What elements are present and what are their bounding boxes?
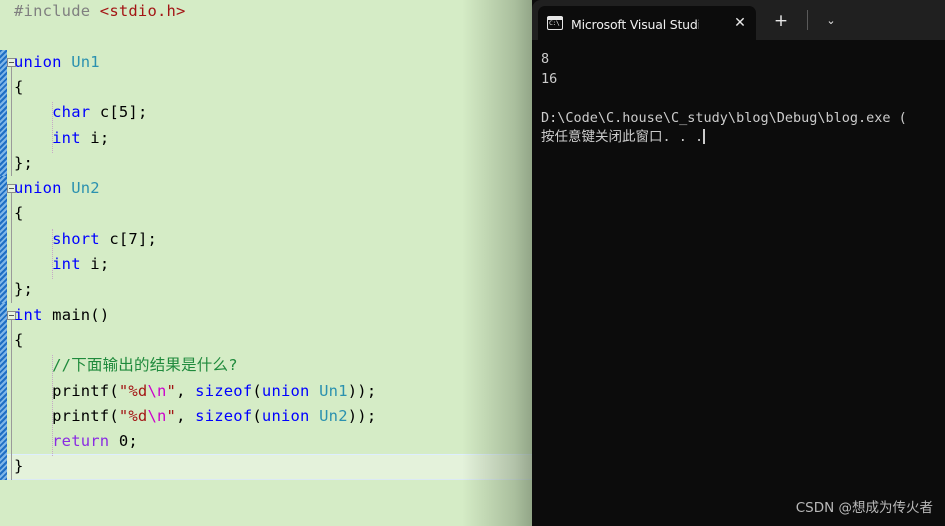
terminal-line: 8: [541, 51, 550, 67]
code-token: c[5];: [90, 103, 148, 122]
code-token: \n: [147, 406, 167, 425]
code-token: int: [52, 128, 81, 147]
code-token: sizeof: [195, 406, 253, 425]
code-token: #include: [14, 2, 100, 20]
code-token: ,: [176, 381, 196, 400]
terminal-tab-title: Microsoft Visual Studio 调试控制台: [571, 16, 699, 32]
code-token: \n: [147, 381, 167, 400]
terminal-tab[interactable]: Microsoft Visual Studio 调试控制台 ✕: [538, 6, 756, 40]
code-token: ": [166, 406, 177, 425]
code-line[interactable]: union Un1: [14, 54, 100, 70]
screen: #include <stdio.h> union Un1{ char c[5]; …: [0, 0, 945, 526]
code-token: ));: [347, 381, 377, 400]
terminal-line: D:\Code\C.house\C_study\blog\Debug\blog.…: [541, 109, 907, 126]
code-token: int: [52, 255, 81, 273]
code-line[interactable]: {: [14, 332, 24, 348]
code-line[interactable]: char c[5];: [14, 104, 147, 120]
console-icon: [546, 16, 563, 30]
code-token: {: [14, 77, 24, 96]
code-token: printf(: [14, 381, 119, 400]
code-line[interactable]: //下面输出的结果是什么?: [14, 357, 238, 373]
code-token: //下面输出的结果是什么?: [52, 356, 238, 375]
code-token: printf(: [14, 406, 119, 425]
code-line[interactable]: };: [14, 281, 33, 297]
code-token: <stdio.h>: [99, 2, 186, 20]
code-token: union: [261, 406, 310, 425]
code-token: Un2: [319, 406, 348, 425]
terminal-titlebar[interactable]: Microsoft Visual Studio 调试控制台 ✕ + ⌄: [532, 0, 945, 40]
code-token: c[7];: [99, 229, 158, 248]
code-line[interactable]: {: [14, 205, 24, 221]
code-token: }: [14, 457, 24, 476]
terminal-window[interactable]: Microsoft Visual Studio 调试控制台 ✕ + ⌄ 8 16 D…: [532, 0, 945, 526]
code-line[interactable]: return 0;: [14, 433, 138, 449]
csdn-watermark: CSDN @想成为传火者: [795, 500, 933, 516]
close-icon[interactable]: ✕: [732, 15, 748, 31]
terminal-line: 16: [541, 70, 558, 87]
code-text-layer[interactable]: #include <stdio.h> union Un1{ char c[5]; …: [0, 0, 532, 526]
code-line[interactable]: };: [14, 155, 33, 171]
code-token: (: [252, 406, 262, 425]
code-token: {: [14, 204, 24, 223]
code-token: {: [14, 330, 24, 349]
code-token: ": [166, 381, 177, 400]
code-token: (): [90, 305, 110, 324]
code-token: "%d: [118, 406, 148, 425]
code-token: ,: [176, 406, 196, 425]
new-tab-button[interactable]: +: [768, 10, 794, 32]
code-token: main: [52, 305, 91, 324]
code-line[interactable]: }: [14, 458, 24, 474]
terminal-output[interactable]: 8 16 D:\Code\C.house\C_study\blog\Debug\bl…: [532, 40, 945, 526]
code-token: union: [14, 52, 72, 71]
code-line[interactable]: int i;: [14, 130, 109, 146]
code-line[interactable]: union Un2: [14, 180, 100, 196]
chevron-down-icon[interactable]: ⌄: [818, 10, 844, 32]
code-token: Un1: [319, 381, 348, 400]
code-line[interactable]: int main(): [14, 307, 109, 323]
code-token: i;: [80, 255, 110, 273]
code-token: Un1: [71, 52, 100, 71]
code-token: 0;: [109, 432, 138, 451]
code-token: Un2: [71, 179, 100, 198]
code-token: union: [261, 381, 310, 400]
code-token: return: [52, 432, 110, 451]
code-token: };: [14, 280, 34, 299]
code-line[interactable]: printf("%d\n", sizeof(union Un1));: [14, 383, 376, 399]
terminal-cursor: [703, 129, 705, 144]
terminal-line: 按任意键关闭此窗口. . .: [541, 129, 705, 145]
code-token: short: [52, 229, 100, 248]
code-token: "%d: [118, 381, 148, 400]
code-token: char: [52, 103, 91, 122]
titlebar-divider: [807, 10, 808, 30]
code-token: (: [252, 381, 262, 400]
code-line[interactable]: {: [14, 79, 24, 95]
code-line[interactable]: int i;: [14, 256, 109, 272]
code-token: ));: [347, 406, 377, 425]
code-line[interactable]: #include <stdio.h>: [14, 3, 186, 19]
code-token: };: [14, 153, 34, 172]
code-editor-pane[interactable]: #include <stdio.h> union Un1{ char c[5]; …: [0, 0, 532, 526]
code-line[interactable]: printf("%d\n", sizeof(union Un2));: [14, 408, 376, 424]
code-token: union: [14, 179, 72, 198]
code-token: sizeof: [195, 381, 253, 400]
code-token: i;: [80, 128, 110, 147]
code-token: int: [14, 305, 43, 324]
code-line[interactable]: short c[7];: [14, 231, 157, 247]
